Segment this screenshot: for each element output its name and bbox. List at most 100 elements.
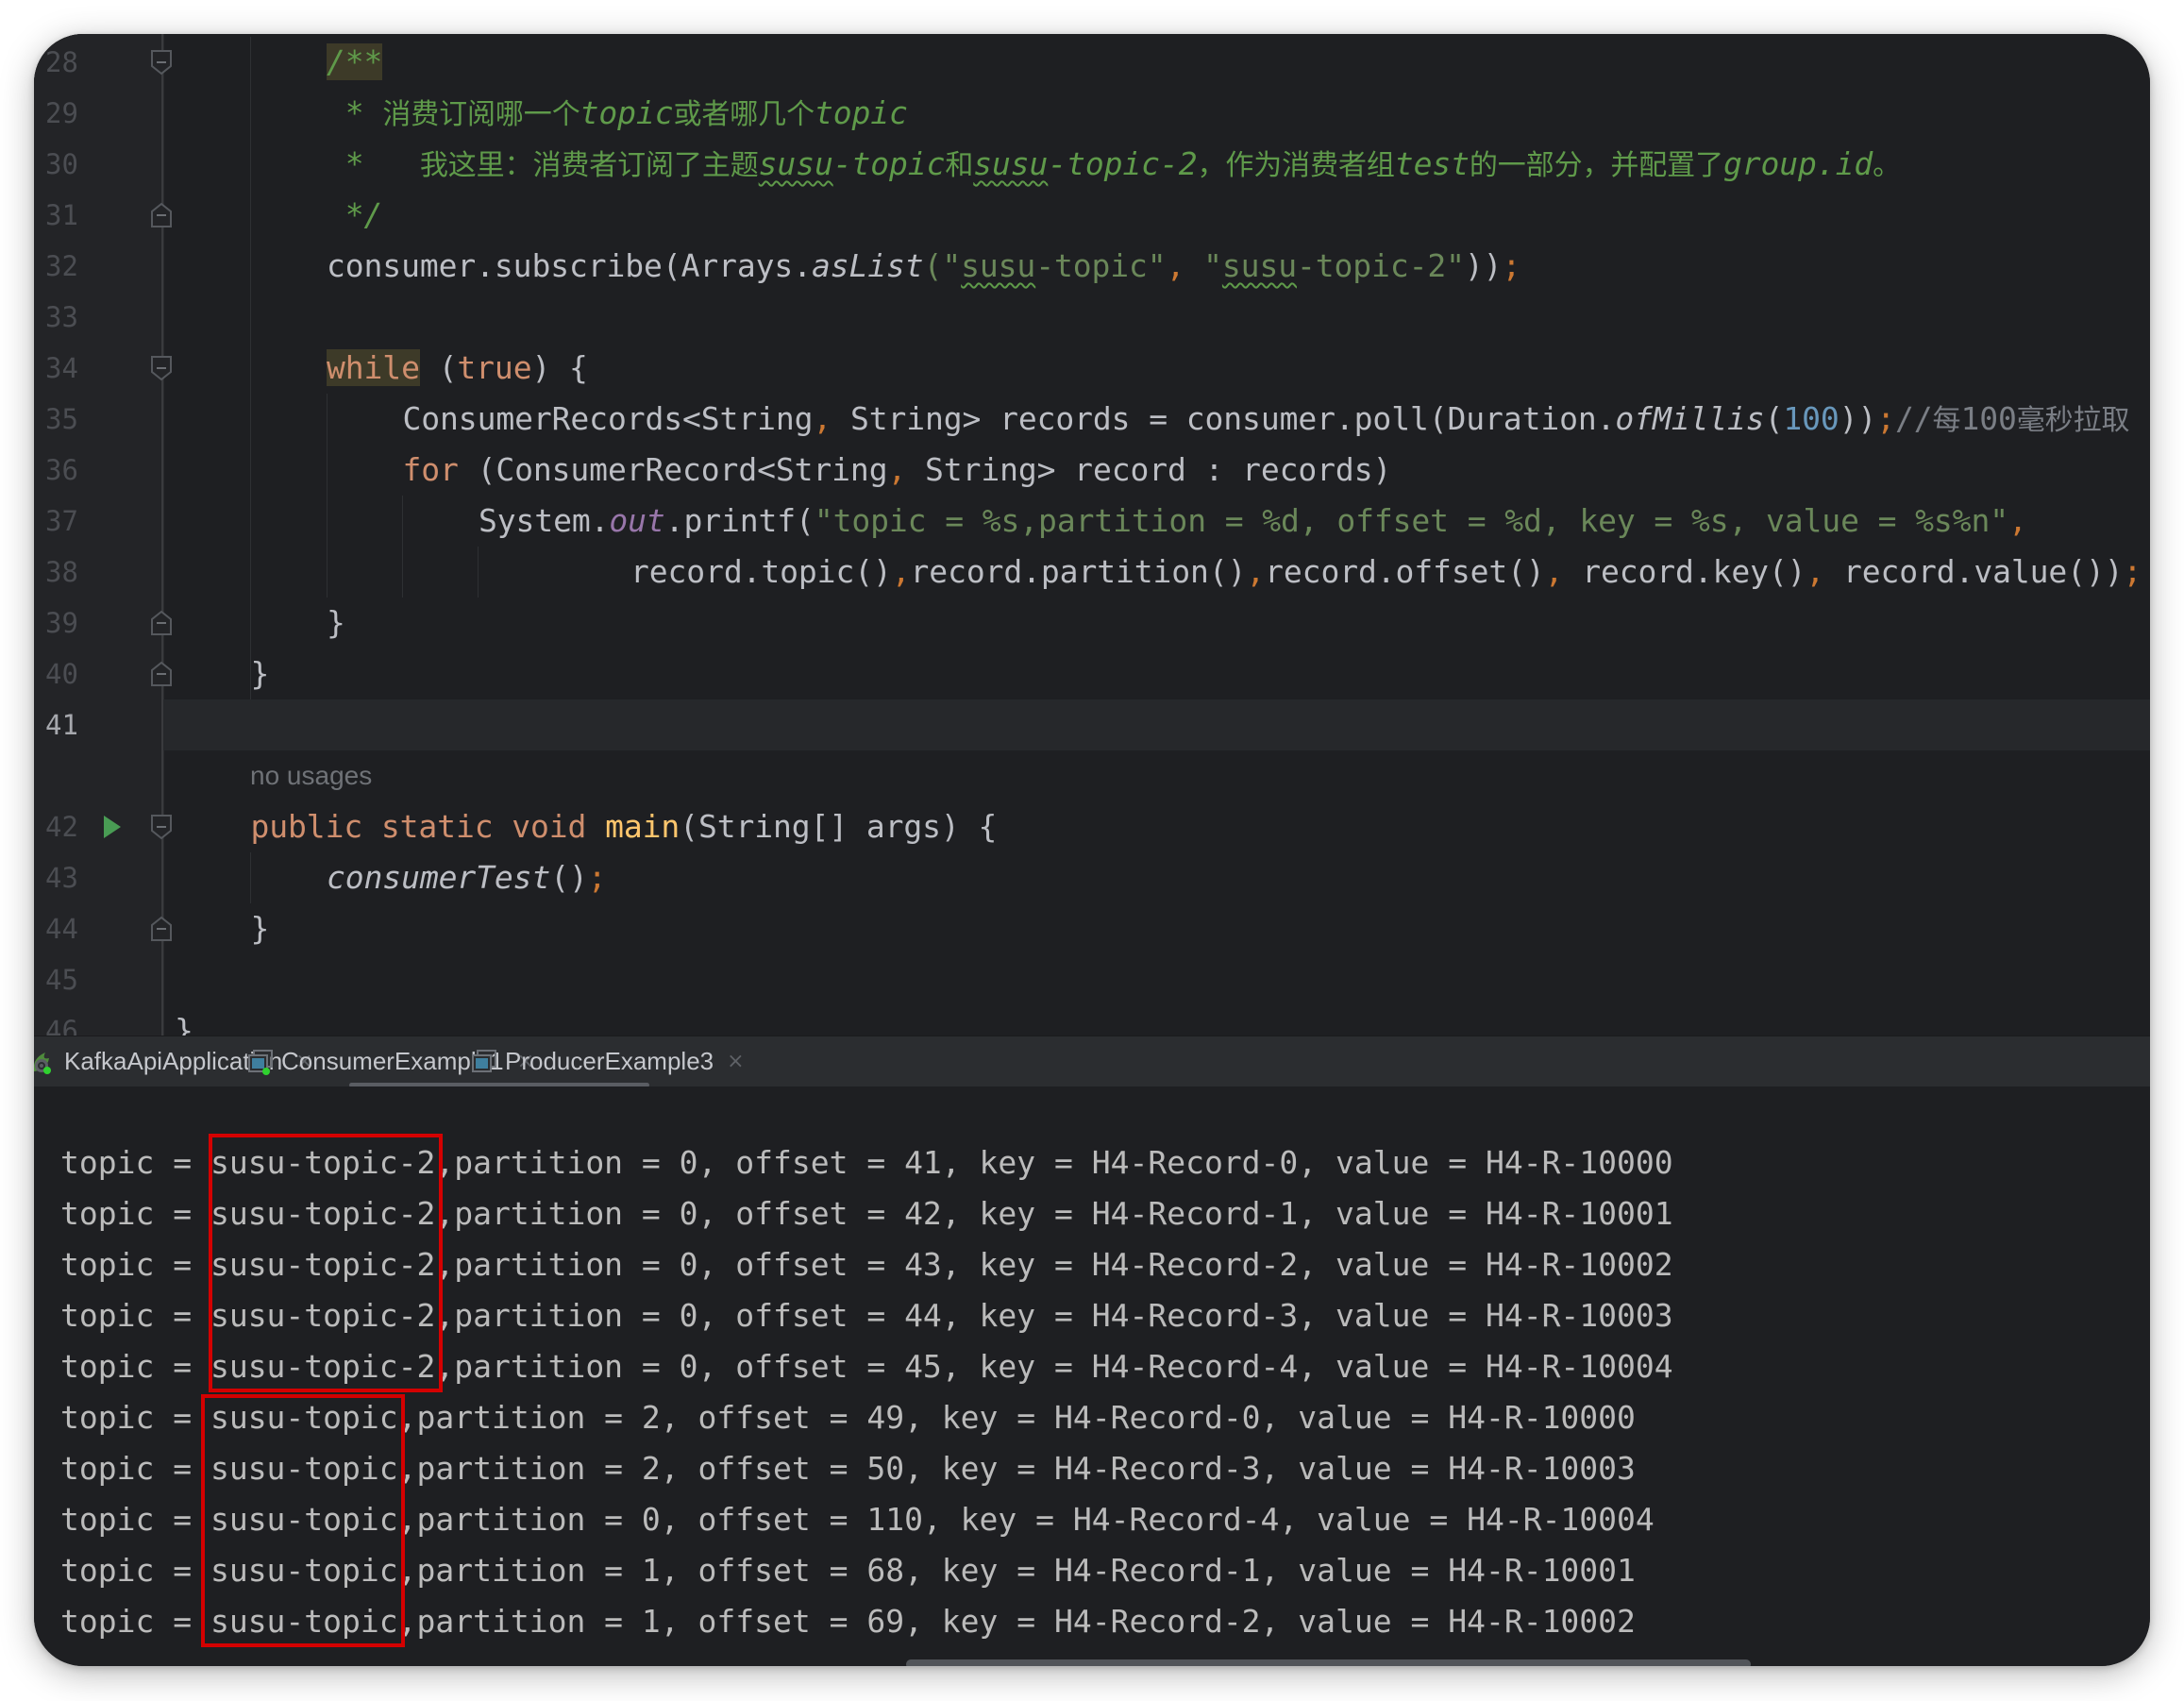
line-number: 32 — [45, 250, 78, 282]
code-line: while (true) { — [327, 343, 588, 394]
code-token: ，作为消费者组 — [1197, 149, 1395, 182]
code-token: ofMillis — [1615, 400, 1765, 437]
code-token: 或者哪几个 — [673, 98, 815, 131]
indent-guide — [327, 394, 328, 598]
code-token: record.partition() — [910, 553, 1247, 590]
line-number: 31 — [45, 199, 78, 231]
line-number: 43 — [45, 862, 78, 894]
console-horizontal-scrollbar[interactable] — [906, 1659, 1751, 1666]
line-number: 44 — [45, 913, 78, 945]
code-token: * — [327, 145, 420, 182]
code-token: record.topic() — [630, 553, 892, 590]
close-tab-icon[interactable]: × — [727, 1050, 744, 1073]
code-token: 和 — [945, 149, 974, 182]
line-number: 42 — [45, 811, 78, 843]
code-line: consumer.subscribe(Arrays.asList("susu-t… — [327, 241, 1520, 292]
code-token: * — [327, 94, 383, 131]
line-number: 30 — [45, 148, 78, 180]
code-token: 我这里：消费者订阅了主题 — [419, 149, 759, 182]
code-token: ; — [1876, 400, 1895, 437]
code-token: susu — [961, 247, 1036, 284]
code-token: , — [1806, 553, 1843, 590]
code-token: 毫秒拉取 — [2016, 404, 2130, 437]
code-line: } — [251, 648, 270, 699]
code-line: ConsumerRecords<String, String> records … — [403, 394, 2130, 445]
console-pre-text: topic = — [60, 1144, 210, 1181]
java-app-icon — [247, 1049, 274, 1075]
console-pre-text: topic = — [60, 1246, 210, 1283]
code-token: /** — [327, 43, 383, 80]
code-editor[interactable]: 28 /** 29 * 消费订阅哪一个topic或者哪几个topic 30 * 我这里… — [34, 34, 2150, 1036]
code-line: * 消费订阅哪一个topic或者哪几个topic — [327, 88, 908, 139]
code-token: consumerTest — [327, 859, 551, 896]
run-tab-producerexample3[interactable]: ProducerExample3 × — [471, 1036, 745, 1086]
code-token: -topic" — [1035, 247, 1167, 284]
red-highlight-box — [200, 1394, 406, 1647]
ide-window: 28 /** 29 * 消费订阅哪一个topic或者哪几个topic 30 * 我这里… — [34, 34, 2150, 1666]
code-token: main — [605, 808, 680, 845]
code-token: , — [1166, 247, 1204, 284]
code-line: } — [175, 1005, 193, 1036]
code-token: , — [887, 451, 926, 488]
fold-end-icon[interactable] — [150, 916, 173, 942]
code-token: ; — [587, 859, 607, 896]
code-token: ; — [1502, 247, 1521, 284]
usages-hint[interactable]: no usages — [250, 750, 372, 801]
code-token: */ — [327, 196, 383, 233]
code-token: record.key() — [1582, 553, 1806, 590]
line-number: 34 — [45, 352, 78, 384]
fold-collapse-icon[interactable] — [150, 49, 173, 76]
code-token: out — [609, 502, 665, 539]
fold-collapse-icon[interactable] — [150, 355, 173, 381]
code-token: () — [550, 859, 588, 896]
code-token: topic — [814, 94, 908, 131]
console-pre-text: topic = — [60, 1603, 210, 1640]
fold-end-icon[interactable] — [150, 610, 173, 636]
line-number: 35 — [45, 403, 78, 435]
console-pre-text: topic = — [60, 1552, 210, 1589]
code-line: */ — [327, 190, 383, 241]
code-token: " — [1203, 247, 1222, 284]
code-token: , — [891, 553, 911, 590]
indent-guide — [402, 496, 403, 598]
run-tab-label: ProducerExample3 — [505, 1047, 714, 1075]
code-token: )) — [1839, 400, 1877, 437]
fold-end-icon[interactable] — [150, 202, 173, 228]
fold-collapse-icon[interactable] — [150, 814, 173, 840]
code-line: System.out.printf("topic = %s,partition … — [479, 496, 2027, 547]
run-main-icon[interactable] — [102, 815, 123, 839]
console-rest-text: ,partition = 1, offset = 69, key = H4-Re… — [397, 1603, 1636, 1640]
line-number: 28 — [45, 46, 78, 78]
line-number: 29 — [45, 97, 78, 129]
code-token: )) — [1464, 247, 1503, 284]
code-token: group.id — [1722, 145, 1873, 182]
code-line: consumerTest(); — [327, 852, 607, 903]
code-token: , — [813, 400, 850, 437]
code-token: } — [327, 604, 345, 641]
code-token: // — [1895, 400, 1933, 437]
code-token: ( — [1764, 400, 1784, 437]
code-token: ) { — [531, 349, 588, 386]
console-rest-text: ,partition = 2, offset = 49, key = H4-Re… — [397, 1399, 1636, 1436]
code-token: (" — [923, 247, 962, 284]
console-rest-text: ,partition = 2, offset = 50, key = H4-Re… — [397, 1450, 1636, 1487]
code-line: record.topic(),record.partition(),record… — [630, 547, 2142, 598]
code-token: } — [250, 910, 270, 947]
code-token: consumer.subscribe(Arrays. — [327, 247, 812, 284]
code-line: } — [327, 598, 345, 648]
code-token: 100 — [1960, 400, 2017, 437]
run-console-output[interactable]: topic = susu-topic-2,partition = 0, offs… — [34, 1086, 2150, 1666]
code-token: susu — [1221, 247, 1297, 284]
line-number: 37 — [45, 505, 78, 537]
indent-guide — [250, 852, 251, 903]
fold-end-icon[interactable] — [150, 661, 173, 687]
code-token: 。 — [1873, 149, 1902, 182]
console-pre-text: topic = — [60, 1450, 210, 1487]
code-token: test — [1394, 145, 1470, 182]
code-line: /** — [327, 37, 382, 88]
line-number: 46 — [45, 1015, 78, 1036]
code-token: topic — [580, 94, 674, 131]
java-app-icon — [471, 1049, 497, 1075]
code-token: ( — [419, 349, 458, 386]
code-token: record.offset() — [1265, 553, 1545, 590]
